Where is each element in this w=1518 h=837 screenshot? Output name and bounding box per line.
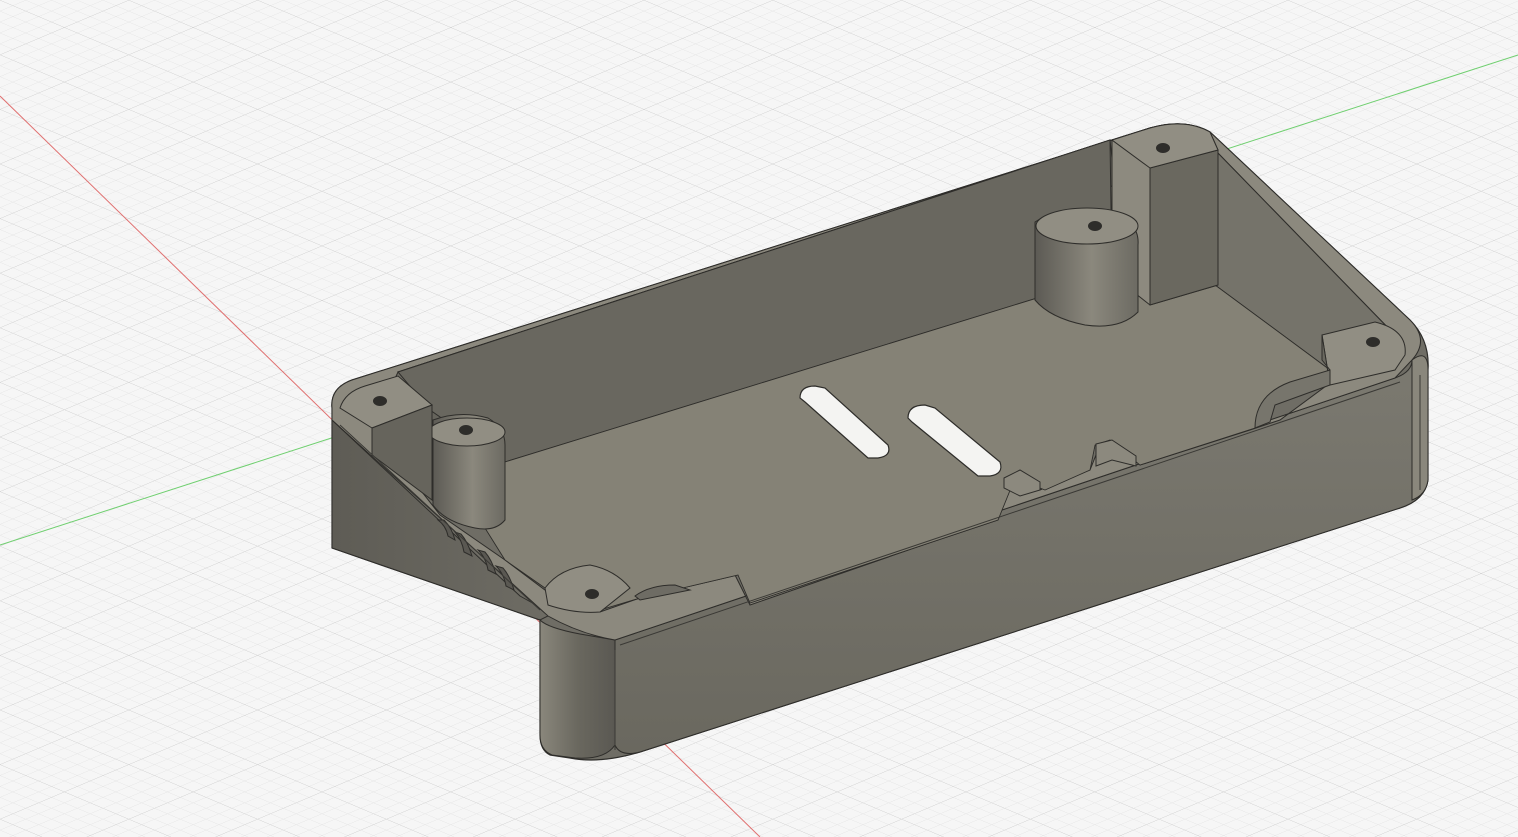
mount-hole-front-right (1366, 337, 1380, 347)
viewport-canvas[interactable] (0, 0, 1518, 837)
3d-viewport[interactable] (0, 0, 1518, 837)
mount-hole-back-left (373, 396, 387, 406)
standoff-back-right-top (1035, 207, 1139, 245)
front-left-corner (539, 618, 616, 759)
corner-block-back-right-face (1149, 149, 1219, 306)
mount-hole-back-right (1156, 143, 1170, 153)
mount-hole-front-left (585, 589, 599, 599)
mount-hole-standoff-back-left (459, 425, 473, 435)
mount-hole-standoff-back-right (1088, 221, 1102, 231)
